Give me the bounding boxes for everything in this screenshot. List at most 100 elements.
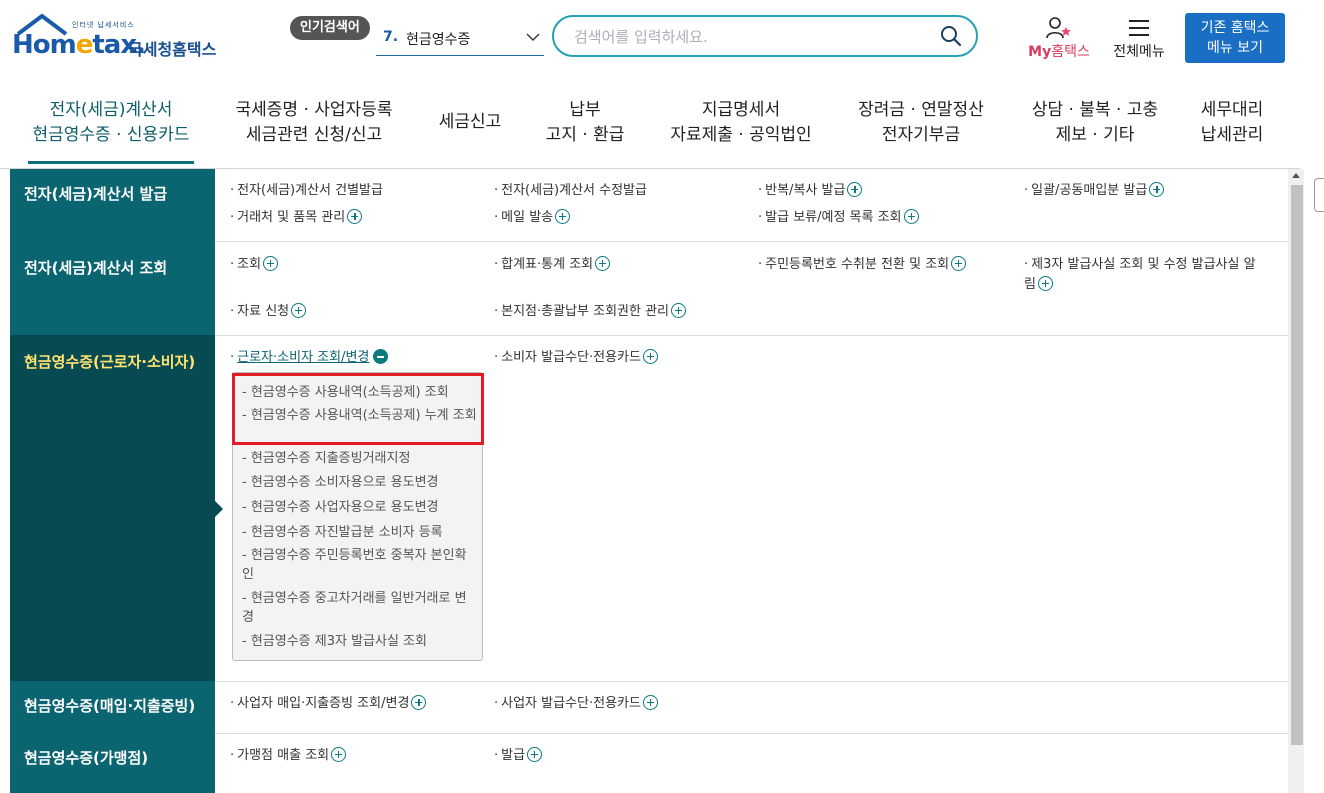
submenu-item[interactable]: - 현금영수증 주민등록번호 중복자 본인확인 <box>242 546 478 584</box>
expand-plus-icon[interactable] <box>951 256 967 271</box>
nav-tab-line1: 국세증명 · 사업자등록 <box>235 100 393 120</box>
expand-plus-icon[interactable] <box>1037 276 1053 291</box>
expand-plus-icon[interactable] <box>263 256 279 271</box>
my-hometax-button[interactable]: My홈택스 <box>1022 14 1096 64</box>
nav-tab-incentives[interactable]: 장려금 · 연말정산 전자기부금 <box>848 98 994 158</box>
search-input[interactable] <box>572 25 926 49</box>
nav-tab-line2: 현금영수증 · 신용카드 <box>32 125 190 145</box>
vertical-scrollbar[interactable] <box>1288 169 1304 793</box>
expand-plus-icon[interactable] <box>555 209 571 224</box>
menu-section: 전자(세금)계산서 발급 · 전자(세금)계산서 건별발급 · 전자(세금)계산서 … <box>10 169 1288 242</box>
popular-search-badge: 인기검색어 <box>290 16 370 40</box>
search-box <box>552 15 978 57</box>
nav-tab-line2: 세금관련 신청/신고 <box>245 125 383 145</box>
search-icon[interactable] <box>940 25 962 47</box>
legacy-menu-button[interactable]: 기존 홈택스 메뉴 보기 <box>1185 13 1285 63</box>
chevron-down-icon <box>526 33 540 41</box>
menu-link[interactable]: · 본지점·총괄납부 조회권한 관리 <box>494 302 687 322</box>
legacy-menu-line2: 메뉴 보기 <box>1207 40 1263 56</box>
main-navigation: 전자(세금)계산서 현금영수증 · 신용카드 국세증명 · 사업자등록 세금관련… <box>0 96 1300 169</box>
menu-link[interactable]: · 주민등록번호 수취분 전환 및 조회 <box>758 255 967 275</box>
nav-tab-line1: 장려금 · 연말정산 <box>858 100 984 120</box>
menu-section: 현금영수증(매입·지출증빙) · 사업자 매입·지출증빙 조회/변경 · 사업자 발… <box>10 681 1288 734</box>
section-title: 현금영수증(가맹점) <box>10 733 215 793</box>
section-title: 현금영수증(근로자·소비자) <box>10 335 215 681</box>
user-star-icon <box>1046 17 1071 39</box>
submenu-item[interactable]: - 현금영수증 중고차거래를 일반거래로 변경 <box>242 589 478 627</box>
logo-subtitle: 국세청홈택스 <box>128 40 217 59</box>
all-menu-button[interactable]: 전체메뉴 <box>1106 14 1172 64</box>
popular-rank: 7. <box>383 29 399 45</box>
section-title: 전자(세금)계산서 발급 <box>10 169 215 241</box>
menu-link[interactable]: · 전자(세금)계산서 건별발급 <box>230 181 383 201</box>
menu-link[interactable]: · 제3자 발급사실 조회 및 수정 발급사실 알림 <box>1024 255 1264 295</box>
nav-tab-tax-filing[interactable]: 세금신고 <box>430 110 510 170</box>
popular-search-dropdown[interactable]: 7. 현금영수증 <box>376 23 544 56</box>
collapse-minus-icon[interactable] <box>373 349 389 364</box>
menu-link[interactable]: · 전자(세금)계산서 수정발급 <box>494 181 647 201</box>
submenu-item[interactable]: - 현금영수증 사업자용으로 용도변경 <box>242 498 478 517</box>
nav-tab-line2: 제보 · 기타 <box>1055 125 1135 145</box>
section-title: 현금영수증(매입·지출증빙) <box>10 681 215 733</box>
nav-tab-line2: 납세관리 <box>1200 125 1264 145</box>
nav-tab-payment[interactable]: 납부 고지 · 환급 <box>535 98 635 158</box>
menu-link[interactable]: · 사업자 매입·지출증빙 조회/변경 <box>230 694 427 714</box>
menu-section: 전자(세금)계산서 조회 · 조회 · 합계표·통계 조회 · 주민등록번호 수취분 … <box>10 241 1288 336</box>
menu-section: 현금영수증(가맹점) · 가맹점 매출 조회 · 발급 <box>10 733 1288 793</box>
expand-plus-icon[interactable] <box>595 256 611 271</box>
menu-link[interactable]: · 거래처 및 품목 관리 <box>230 208 363 228</box>
menu-link[interactable]: · 조회 <box>230 255 279 275</box>
expand-plus-icon[interactable] <box>411 695 427 710</box>
nav-tab-tax-agent[interactable]: 세무대리 납세관리 <box>1192 98 1272 158</box>
expand-plus-icon[interactable] <box>291 303 307 318</box>
expand-plus-icon[interactable] <box>1149 182 1165 197</box>
menu-link[interactable]: · 사업자 발급수단·전용카드 <box>494 694 658 714</box>
hometax-logo[interactable]: 인터넷 납세서비스 Hometax. 국세청홈택스 <box>12 14 227 64</box>
scroll-up-arrow-icon[interactable] <box>1292 173 1300 178</box>
nav-tab-consultation[interactable]: 상담 · 불복 · 고충 제보 · 기타 <box>1022 98 1168 158</box>
submenu-item[interactable]: - 현금영수증 소비자용으로 용도변경 <box>242 473 478 492</box>
menu-link[interactable]: · 발급 보류/예정 목록 조회 <box>758 208 919 228</box>
expand-plus-icon[interactable] <box>331 747 347 762</box>
nav-tab-statements[interactable]: 지급명세서 자료제출 · 공익법인 <box>662 98 820 158</box>
nav-tab-line1: 전자(세금)계산서 <box>49 100 173 120</box>
expand-plus-icon[interactable] <box>847 182 863 197</box>
menu-link-expanded[interactable]: · 근로자·소비자 조회/변경 <box>230 348 389 368</box>
logo-wordmark: Hometax. <box>12 30 146 60</box>
menu-link[interactable]: · 반복/복사 발급 <box>758 181 863 201</box>
menu-link[interactable]: · 발급 <box>494 746 543 766</box>
menu-link[interactable]: · 가맹점 매출 조회 <box>230 746 347 766</box>
nav-tab-certificates[interactable]: 국세증명 · 사업자등록 세금관련 신청/신고 <box>228 98 400 158</box>
highlight-box <box>232 373 484 445</box>
expand-plus-icon[interactable] <box>903 209 919 224</box>
expand-plus-icon[interactable] <box>527 747 543 762</box>
menu-link[interactable]: · 일괄/공동매입분 발급 <box>1024 181 1165 201</box>
nav-tab-line1: 세금신고 <box>438 112 502 132</box>
nav-tab-line1: 세무대리 <box>1200 100 1264 120</box>
menu-link[interactable]: · 합계표·통계 조회 <box>494 255 611 275</box>
expand-plus-icon[interactable] <box>671 303 687 318</box>
section-title: 전자(세금)계산서 조회 <box>10 241 215 335</box>
nav-tab-e-invoice[interactable]: 전자(세금)계산서 현금영수증 · 신용카드 <box>28 98 194 164</box>
my-hometax-label: My홈택스 <box>1028 44 1090 60</box>
hamburger-menu-icon <box>1129 20 1149 36</box>
expand-plus-icon[interactable] <box>347 209 363 224</box>
menu-content: 전자(세금)계산서 발급 · 전자(세금)계산서 건별발급 · 전자(세금)계산서 … <box>10 169 1288 793</box>
nav-tab-line2: 자료제출 · 공익법인 <box>670 125 812 145</box>
nav-tab-line2: 고지 · 환급 <box>545 125 625 145</box>
menu-link[interactable]: · 자료 신청 <box>230 302 307 322</box>
expand-plus-icon[interactable] <box>642 349 658 364</box>
scrollbar-thumb[interactable] <box>1291 185 1303 745</box>
side-panel-tab[interactable] <box>1314 178 1324 212</box>
expand-plus-icon[interactable] <box>642 695 658 710</box>
legacy-menu-line1: 기존 홈택스 <box>1200 20 1270 36</box>
submenu-item[interactable]: - 현금영수증 제3자 발급사실 조회 <box>242 632 478 651</box>
nav-tab-line1: 상담 · 불복 · 고충 <box>1031 100 1159 120</box>
menu-link[interactable]: · 메일 발송 <box>494 208 571 228</box>
submenu-item[interactable]: - 현금영수증 자진발급분 소비자 등록 <box>242 523 478 542</box>
nav-tab-line2: 전자기부금 <box>881 125 961 145</box>
active-tab-indicator <box>28 161 194 164</box>
menu-link[interactable]: · 소비자 발급수단·전용카드 <box>494 348 658 368</box>
header: 인터넷 납세서비스 Hometax. 국세청홈택스 인기검색어 7. 현금영수증… <box>0 0 1324 90</box>
submenu-item[interactable]: - 현금영수증 지출증빙거래지정 <box>242 449 478 468</box>
